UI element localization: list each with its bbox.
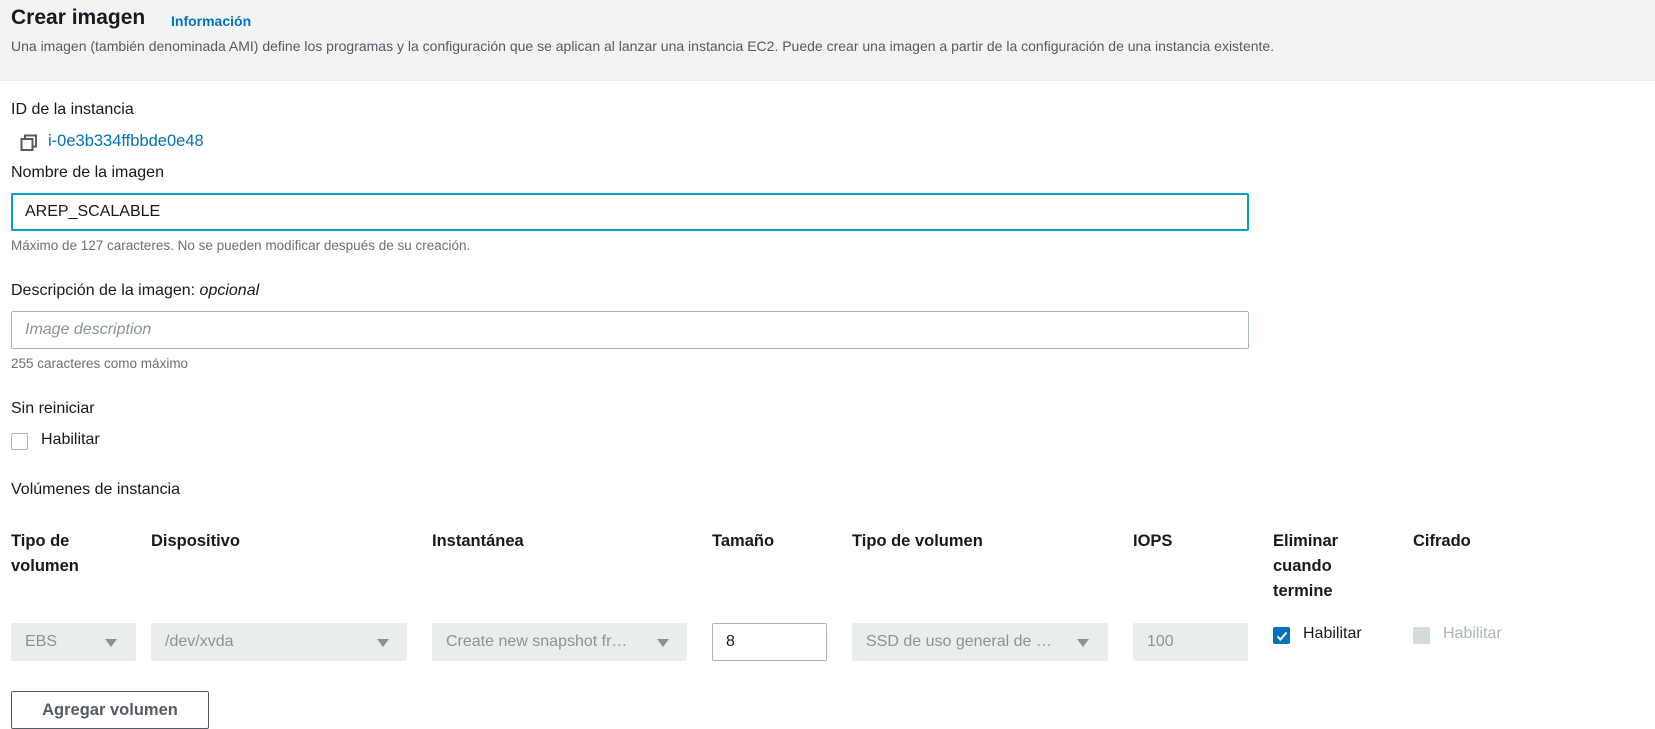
snapshot-select: Create new snapshot fr… bbox=[432, 623, 687, 661]
chevron-down-icon bbox=[1077, 639, 1089, 647]
chevron-down-icon bbox=[657, 639, 669, 647]
volume-kind-select: SSD de uso general de … bbox=[852, 623, 1108, 661]
add-volume-button[interactable]: Agregar volumen bbox=[11, 691, 209, 729]
col-snapshot: Instantánea bbox=[432, 532, 524, 550]
col-volume-type: Tipo de volumen bbox=[11, 532, 79, 575]
size-input[interactable] bbox=[712, 623, 827, 661]
no-reboot-checkbox[interactable] bbox=[11, 433, 28, 450]
image-name-input[interactable] bbox=[11, 193, 1249, 231]
no-reboot-option-label[interactable]: Habilitar bbox=[41, 431, 100, 449]
volume-type-select: EBS bbox=[11, 623, 136, 661]
image-description-hint: 255 caracteres como máximo bbox=[11, 356, 189, 371]
image-description-label: Descripción de la imagen: opcional bbox=[11, 282, 259, 300]
encrypted-label: Habilitar bbox=[1443, 625, 1502, 642]
optional-tag: opcional bbox=[199, 282, 260, 299]
chevron-down-icon bbox=[377, 639, 389, 647]
col-iops: IOPS bbox=[1133, 532, 1173, 550]
image-description-input[interactable] bbox=[11, 311, 1249, 349]
col-delete-on-termination: Eliminar cuando termine bbox=[1273, 532, 1339, 600]
page-title: Crear imagen bbox=[11, 6, 146, 29]
encrypted-checkbox bbox=[1413, 627, 1430, 644]
device-select: /dev/xvda bbox=[151, 623, 407, 661]
col-size: Tamaño bbox=[712, 532, 775, 550]
volumes-section-label: Volúmenes de instancia bbox=[11, 481, 180, 498]
check-icon bbox=[1276, 631, 1288, 641]
instance-id-link[interactable]: i-0e3b334ffbbde0e48 bbox=[48, 132, 204, 151]
chevron-down-icon bbox=[105, 639, 117, 647]
page-header: Crear imagen Información Una imagen (tam… bbox=[0, 0, 1655, 81]
page-description: Una imagen (también denominada AMI) defi… bbox=[11, 38, 1275, 54]
col-volume-kind: Tipo de volumen bbox=[852, 532, 983, 550]
info-link[interactable]: Información bbox=[171, 13, 251, 29]
copy-icon[interactable] bbox=[20, 134, 38, 152]
image-name-label: Nombre de la imagen bbox=[11, 164, 164, 181]
delete-on-termination-checkbox[interactable] bbox=[1273, 627, 1290, 644]
image-name-hint: Máximo de 127 caracteres. No se pueden m… bbox=[11, 238, 471, 253]
instance-id-label: ID de la instancia bbox=[11, 101, 134, 118]
iops-input: 100 bbox=[1133, 623, 1248, 661]
no-reboot-label: Sin reiniciar bbox=[11, 400, 95, 417]
image-description-label-text: Descripción de la imagen: bbox=[11, 282, 196, 299]
col-device: Dispositivo bbox=[151, 532, 240, 550]
col-encrypted: Cifrado bbox=[1413, 532, 1471, 550]
delete-on-termination-label[interactable]: Habilitar bbox=[1303, 625, 1362, 643]
